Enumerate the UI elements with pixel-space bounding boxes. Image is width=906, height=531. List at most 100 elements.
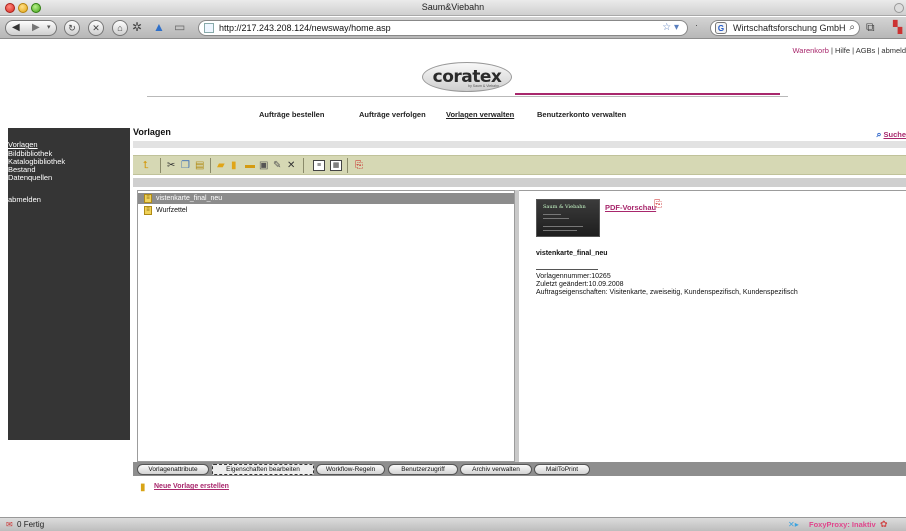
status-text: Fertig: [23, 520, 45, 529]
delete-icon[interactable]: ✕: [287, 160, 295, 171]
header-divider: [147, 96, 788, 97]
status-bar: ✉ 0 Fertig ✕▸ FoxyProxy: Inaktiv ✿: [0, 517, 906, 531]
back-arrow-icon[interactable]: ◀: [12, 22, 20, 33]
order-properties: Auftragseigenschaften: Visitenkarte, zwe…: [536, 289, 798, 296]
toolbar-separator: [347, 158, 348, 173]
detail-divider: [536, 269, 598, 270]
search-icon[interactable]: ⌕: [849, 22, 855, 33]
browser-toolbar: ◀ ▶ ▾ ↻ ✕ ⌂ ✲ ▲ ▭ http://217.243.208.124…: [0, 17, 906, 39]
tab-benutzerzugriff[interactable]: Benutzerzugriff: [388, 464, 458, 475]
url-bar[interactable]: http://217.243.208.124/newsway/home.asp …: [198, 20, 688, 36]
google-search-engine-icon[interactable]: G: [715, 22, 727, 34]
new-folder-icon[interactable]: ▰: [217, 160, 225, 171]
rename-icon[interactable]: ✎: [273, 160, 281, 171]
nav-benutzerkonto-verwalten[interactable]: Benutzerkonto verwalten: [537, 110, 626, 119]
toolbar-separator: [160, 158, 161, 173]
last-changed: Zuletzt geändert:10.09.2008: [536, 281, 624, 288]
separator-dot-icon: ·: [695, 20, 698, 30]
template-file-icon: ≡: [144, 194, 152, 203]
top-links: Warenkorb | Hilfe | AGBs | abmeld: [792, 46, 906, 55]
page-icon[interactable]: ▭: [174, 20, 185, 34]
edit-icon[interactable]: ▣: [259, 160, 268, 171]
home-icon[interactable]: ⌂: [112, 20, 128, 36]
magnifier-icon: ⌕: [876, 129, 882, 139]
sidebar: Vorlagen Bildbibliothek Katalogbibliothe…: [8, 128, 130, 440]
history-dropdown-icon[interactable]: ▾: [47, 23, 51, 31]
new-template-link[interactable]: Neue Vorlage erstellen: [154, 483, 229, 490]
toolbar-toggle-button[interactable]: [894, 3, 904, 13]
logo-sub-text: by Saum & Viebahn: [468, 84, 499, 88]
mail-icon[interactable]: ✉: [6, 520, 13, 529]
search-bar[interactable]: G Wirtschaftsforschung GmbH ⌕: [710, 20, 860, 36]
url-text[interactable]: http://217.243.208.124/newsway/home.asp: [219, 23, 391, 33]
tab-workflow-regeln[interactable]: Workflow-Regeln: [316, 464, 385, 475]
new-template-icon[interactable]: ▮: [231, 160, 237, 171]
foxyproxy-status[interactable]: FoxyProxy: Inaktiv: [809, 520, 876, 529]
new-template-link-icon[interactable]: ▮: [140, 482, 146, 493]
sidebar-item-datenquellen[interactable]: Datenquellen: [8, 173, 52, 182]
sidebar-item-abmelden[interactable]: abmelden: [8, 195, 41, 204]
tab-eigenschaften-bearbeiten[interactable]: Eigenschaften bearbeiten: [212, 464, 314, 475]
list-item[interactable]: ≡ Wurfzettel: [138, 205, 514, 216]
detail-title: vistenkarte_final_neu: [536, 250, 608, 257]
folder-icon[interactable]: ▬: [245, 160, 255, 171]
thumbnail-line: [543, 214, 561, 215]
template-detail: Saum & Viebahn PDF-Vorschau ⎘ vistenkart…: [519, 190, 906, 462]
toolbar-band: [133, 178, 906, 187]
cut-icon[interactable]: ✂: [167, 160, 175, 171]
thumbnail-line: [543, 230, 577, 231]
addon-icon[interactable]: ▲: [153, 20, 165, 34]
bookmark-gear-icon[interactable]: ✲: [132, 20, 142, 34]
back-forward-group: ◀ ▶ ▾: [5, 20, 57, 36]
reload-icon[interactable]: ↻: [64, 20, 80, 36]
nav-vorlagen-verwalten[interactable]: Vorlagen verwalten: [446, 110, 514, 119]
template-toolbar: ⮤ ✂ ❐ ▤ ▰ ▮ ▬ ▣ ✎ ✕ ≡ ▦ ⎘: [133, 155, 906, 175]
tab-mailtoprint[interactable]: MailToPrint: [534, 464, 590, 475]
addon-red-icon[interactable]: ▚: [893, 20, 902, 34]
template-thumbnail[interactable]: Saum & Viebahn: [536, 199, 600, 237]
foxyproxy-icon[interactable]: ✿: [880, 519, 888, 530]
search-text[interactable]: Wirtschaftsforschung GmbH: [733, 23, 846, 33]
action-tabs: Vorlagenattribute Eigenschaften bearbeit…: [133, 462, 906, 476]
sidebar-item-vorlagen[interactable]: Vorlagen: [8, 140, 38, 149]
paste-icon[interactable]: ▤: [195, 160, 204, 171]
list-view-icon[interactable]: ≡: [313, 160, 325, 171]
copy-icon[interactable]: ❐: [181, 160, 190, 171]
nav-auftraege-verfolgen[interactable]: Aufträge verfolgen: [359, 110, 426, 119]
pdf-icon[interactable]: ⎘: [355, 160, 363, 171]
page-title: Vorlagen: [133, 127, 171, 137]
mail-count: 0: [17, 520, 22, 529]
stop-icon[interactable]: ✕: [88, 20, 104, 36]
site-favicon-icon: [204, 23, 214, 33]
tab-vorlagenattribute[interactable]: Vorlagenattribute: [137, 464, 209, 475]
template-name[interactable]: vistenkarte_final_neu: [156, 193, 222, 204]
thumbnail-view-icon[interactable]: ▦: [330, 160, 342, 171]
toolbar-separator: [210, 158, 211, 173]
addon-status-icon[interactable]: ✕▸: [788, 520, 799, 529]
list-item[interactable]: ≡ vistenkarte_final_neu: [138, 193, 514, 204]
template-number: Vorlagennummer:10265: [536, 273, 611, 280]
up-folder-icon[interactable]: ⮤: [143, 160, 149, 171]
header-accent-line: [515, 93, 780, 95]
toolbar-separator: [303, 158, 304, 173]
template-name[interactable]: Wurfzettel: [156, 205, 187, 216]
pdf-preview-link[interactable]: PDF-Vorschau: [605, 203, 656, 212]
coratex-logo: coratex by Saum & Viebahn: [422, 62, 512, 92]
pdf-preview-icon[interactable]: ⎘: [654, 199, 662, 210]
header-band: [133, 141, 906, 148]
bookmark-star-icon[interactable]: ☆ ▾: [662, 22, 679, 33]
window-icon[interactable]: ⧉: [866, 20, 875, 35]
template-list: ≡ vistenkarte_final_neu ≡ Wurfzettel: [137, 190, 515, 462]
cart-link[interactable]: Warenkorb: [792, 46, 828, 55]
nav-auftraege-bestellen[interactable]: Aufträge bestellen: [259, 110, 324, 119]
search-link-label[interactable]: Suche: [883, 130, 906, 139]
forward-arrow-icon[interactable]: ▶: [32, 22, 40, 33]
help-agb-logout-links[interactable]: | Hilfe | AGBs | abmeld: [829, 46, 906, 55]
template-file-icon: ≡: [144, 206, 152, 215]
search-link[interactable]: ⌕ Suche: [876, 129, 906, 140]
tab-archiv-verwalten[interactable]: Archiv verwalten: [460, 464, 532, 475]
thumbnail-line: [543, 218, 569, 219]
thumbnail-line: [543, 226, 583, 227]
thumbnail-text: Saum & Viebahn: [543, 204, 586, 210]
window-titlebar: Saum&Viebahn: [0, 0, 906, 16]
